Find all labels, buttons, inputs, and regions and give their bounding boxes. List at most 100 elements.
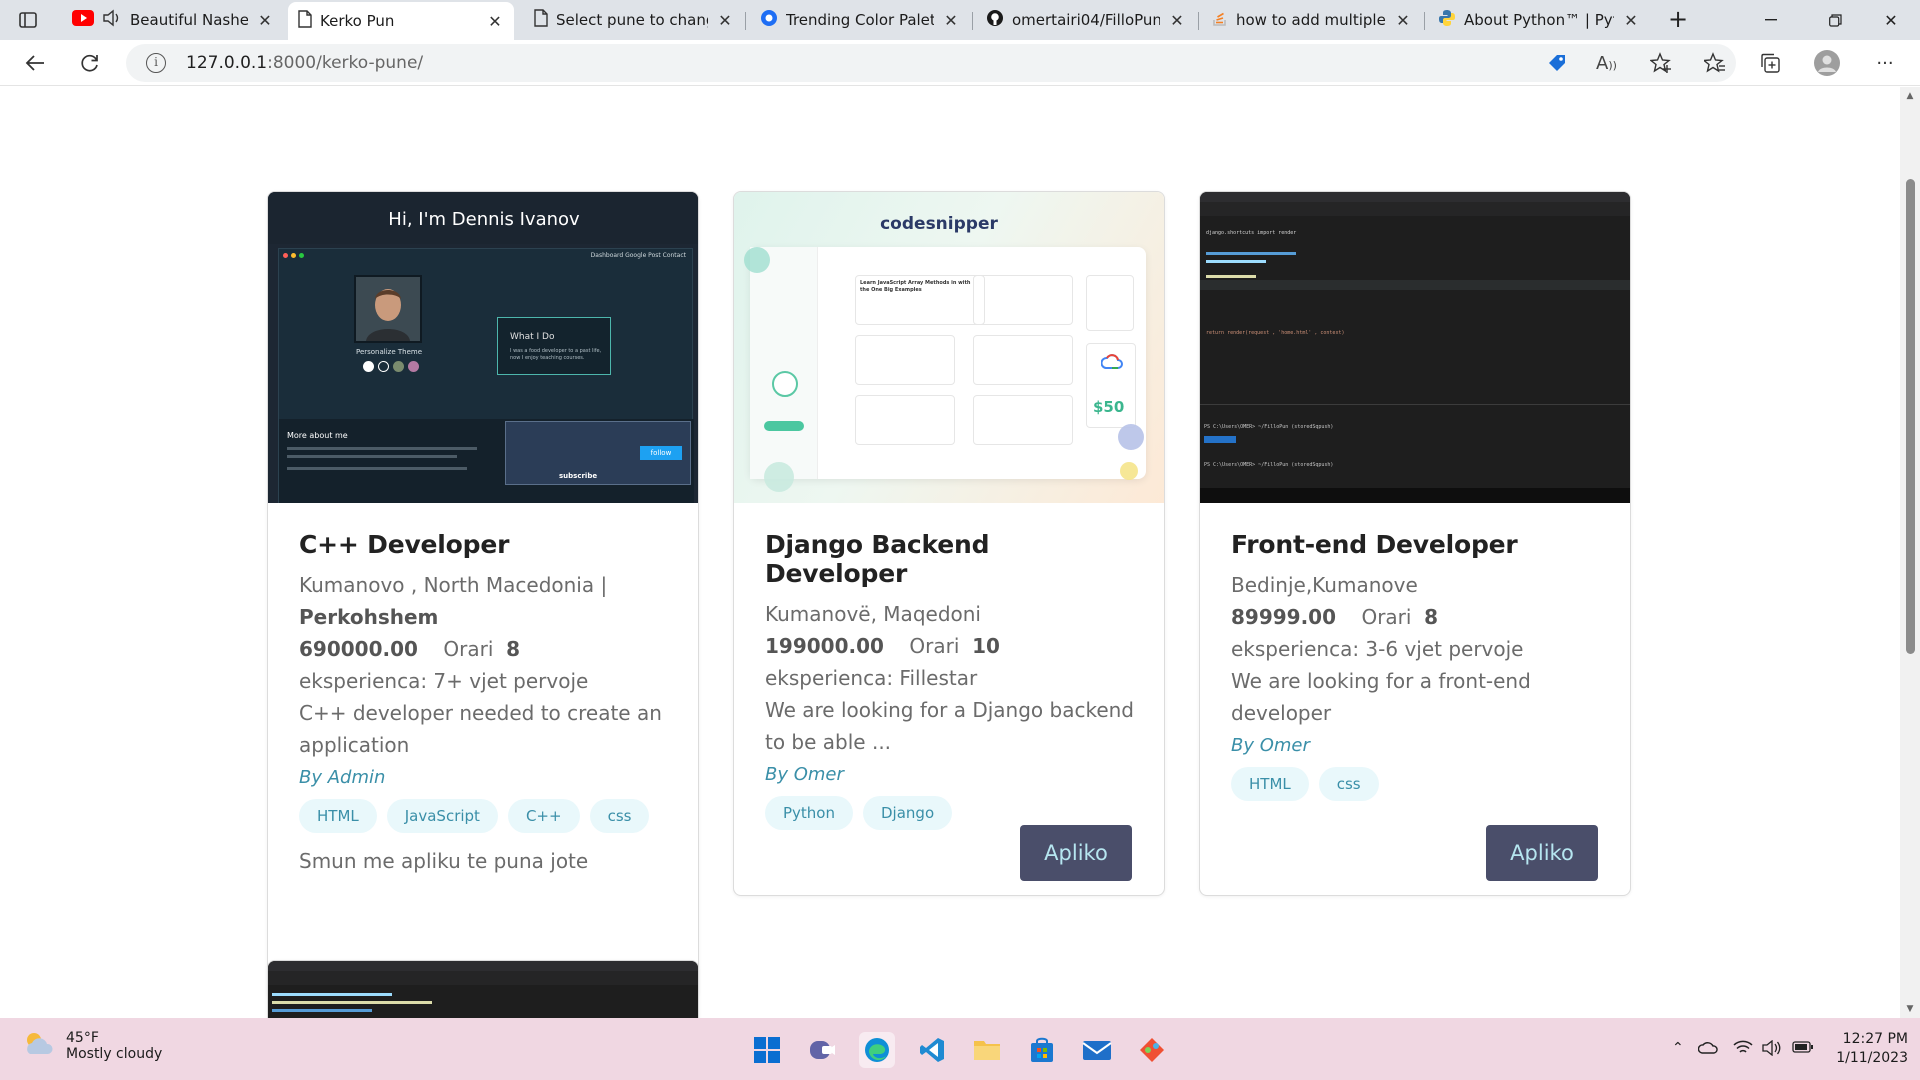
minimize-button[interactable] [1742,0,1800,40]
close-icon[interactable]: ✕ [716,11,734,30]
vscode-icon[interactable] [914,1032,950,1068]
job-author[interactable]: By Admin [299,763,669,793]
apply-button[interactable]: Apliko [1486,825,1598,881]
job-card[interactable]: codesnipper Learn JavaScript Array Metho… [733,191,1165,896]
code-placeholder [1206,260,1266,263]
git-kraken-icon[interactable] [1134,1032,1170,1068]
stackoverflow-icon [1212,9,1228,31]
edge-browser-icon[interactable] [859,1032,895,1068]
thumb-site-frame: Dashboard Google Post Contact Personaliz… [278,248,694,503]
scroll-down-icon[interactable]: ▼ [1905,1004,1915,1014]
tab-kerko-pun[interactable]: Kerko Pun ✕ [288,2,514,40]
job-title[interactable]: C++ Developer [299,530,669,559]
tab-title: omertairi04/FilloPun [1012,11,1160,29]
teams-chat-icon[interactable] [804,1032,840,1068]
tag-chip[interactable]: css [589,799,650,833]
subscribe-label: subscribe [559,472,598,480]
close-icon[interactable]: ✕ [1394,11,1412,30]
clock-time: 12:27 PM [1842,1031,1908,1047]
tab-beautiful-nasheed[interactable]: Beautiful Nasheed ✕ [62,4,284,36]
close-icon[interactable]: ✕ [942,11,960,30]
job-description: We are looking for a front-end developer [1231,669,1531,725]
job-title[interactable]: Django Backend Developer [765,530,1135,588]
thumb-card [973,275,1073,325]
card-body: Django Backend Developer Kumanovë, Maqed… [765,530,1135,830]
thumb-card [973,335,1073,385]
refresh-icon[interactable] [75,48,105,78]
tab-separator [745,12,746,30]
job-salary: 690000.00 [299,637,418,661]
job-card[interactable] [267,960,699,1018]
shopping-tag-icon[interactable] [1546,52,1568,78]
more-menu-icon[interactable]: ··· [1870,48,1900,78]
add-favorite-icon[interactable] [1649,52,1672,78]
tab-actions-icon[interactable] [16,10,40,30]
scroll-up-icon[interactable]: ▲ [1905,91,1915,101]
onedrive-cloud-icon[interactable] [1697,1040,1718,1058]
weather-widget[interactable]: 45°F Mostly cloudy [22,1030,162,1062]
theme-swatches [363,361,419,372]
browser-toolbar: i 127.0.0.1:8000/kerko-pune/ A)) ··· [0,40,1920,86]
file-explorer-icon[interactable] [969,1032,1005,1068]
cannot-apply-note: Smun me apliku te puna jote [299,849,589,873]
more-about-me: More about me [287,431,348,440]
window-dots-icon [283,253,304,258]
speaker-icon[interactable] [102,9,122,31]
job-author[interactable]: By Omer [1231,731,1601,761]
back-arrow-icon[interactable] [20,48,50,78]
apply-button[interactable]: Apliko [1020,825,1132,881]
close-icon[interactable]: ✕ [1168,11,1186,30]
tab-about-python[interactable]: About Python™ | Pyth ✕ [1428,4,1650,36]
read-aloud-icon[interactable]: A)) [1596,53,1617,74]
close-window-button[interactable]: ✕ [1862,0,1920,40]
tab-title: Kerko Pun [320,12,395,30]
tag-chip[interactable]: JavaScript [386,799,498,833]
address-bar[interactable]: i 127.0.0.1:8000/kerko-pune/ A)) [126,44,1736,82]
mail-icon[interactable] [1079,1032,1115,1068]
page-scrollbar[interactable]: ▲ ▼ [1900,87,1920,1018]
job-experience: eksperienca: 7+ vjet pervoje [299,669,589,693]
wifi-icon[interactable] [1733,1040,1753,1060]
thumb-brand: codesnipper [880,214,998,234]
thumb-taskbar [1200,488,1630,503]
close-icon[interactable]: ✕ [486,12,504,31]
tab-select-pune[interactable]: Select pune to change ✕ [524,4,744,36]
close-icon[interactable]: ✕ [256,11,274,30]
job-card[interactable]: Hi, I'm Dennis Ivanov Dashboard Google P… [267,191,699,1000]
job-title[interactable]: Front-end Developer [1231,530,1601,559]
new-tab-button[interactable]: + [1664,6,1692,34]
job-thumbnail: codesnipper Learn JavaScript Array Metho… [734,192,1164,503]
volume-icon[interactable] [1762,1039,1782,1060]
tag-chip[interactable]: HTML [1231,767,1309,801]
tag-chip[interactable]: C++ [507,799,580,833]
tag-chip[interactable]: Django [863,796,953,830]
tab-how-to-add-multiple[interactable]: how to add multiple i ✕ [1202,4,1422,36]
tag-chip[interactable]: css [1318,767,1379,801]
close-icon[interactable]: ✕ [1622,11,1640,30]
profile-avatar-icon[interactable] [1812,48,1842,78]
site-info-icon[interactable]: i [146,53,166,73]
restore-button[interactable] [1806,0,1864,40]
tag-chip[interactable]: HTML [299,799,377,833]
tab-github-fillopun[interactable]: omertairi04/FilloPun ✕ [976,4,1196,36]
job-card[interactable]: django.shortcuts import render return re… [1199,191,1631,896]
battery-icon[interactable] [1792,1040,1814,1058]
code-placeholder [1206,252,1296,255]
collections-icon[interactable] [1755,48,1785,78]
job-author[interactable]: By Omer [765,760,1135,790]
windows-start-icon[interactable] [749,1032,785,1068]
url-text[interactable]: 127.0.0.1:8000/kerko-pune/ [186,53,423,73]
chevron-up-icon[interactable]: ⌃ [1672,1040,1684,1056]
scrollbar-thumb[interactable] [1906,179,1915,654]
job-experience: eksperienca: 3-6 vjet pervoje [1231,637,1524,661]
job-location: Bedinje,Kumanove [1231,573,1418,597]
tag-chip[interactable]: Python [765,796,853,830]
youtube-icon [72,10,94,30]
tab-title: Trending Color Palettes [786,11,934,29]
terminal-line: PS C:\Users\OMER> ~/FilloPun (storedSqpu… [1204,462,1334,468]
system-clock[interactable]: 12:27 PM 1/11/2023 [1828,1030,1908,1068]
favorites-icon[interactable] [1700,48,1730,78]
avatar [772,371,798,397]
microsoft-store-icon[interactable] [1024,1032,1060,1068]
tab-trending-color-palettes[interactable]: Trending Color Palettes ✕ [750,4,970,36]
